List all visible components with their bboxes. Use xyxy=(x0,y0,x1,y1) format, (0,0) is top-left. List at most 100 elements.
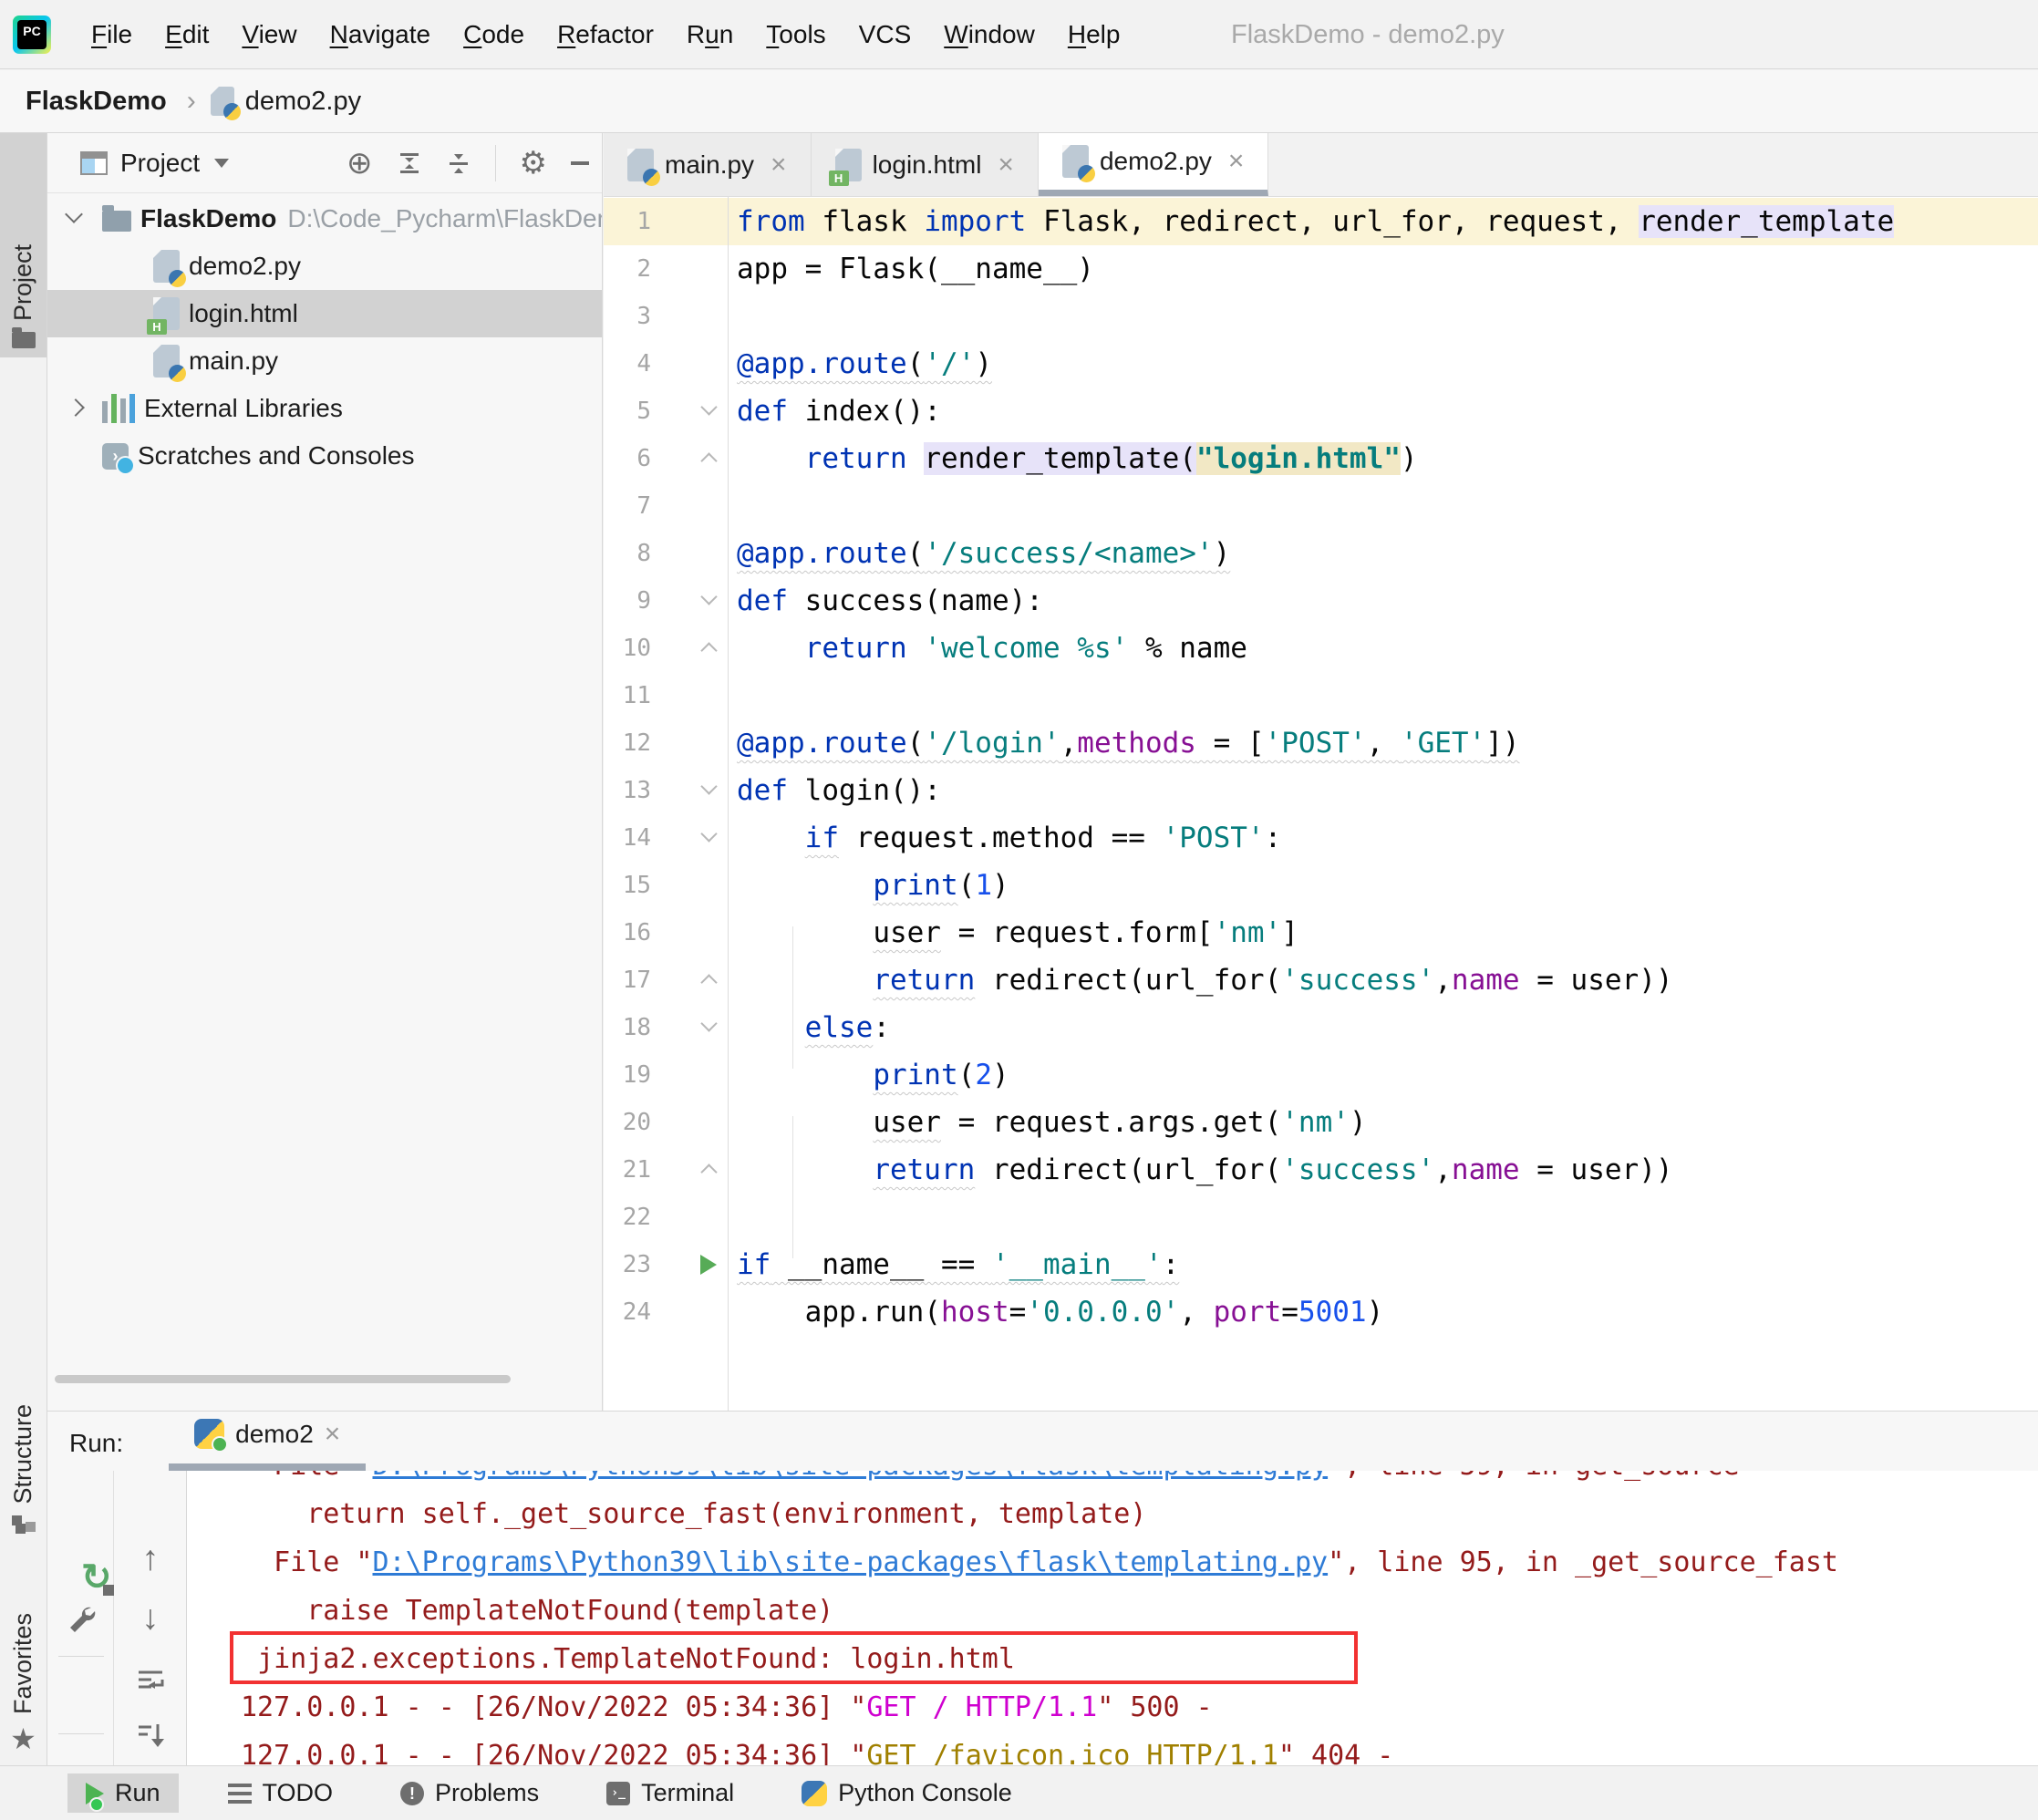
tool-window-bar: Run TODO !Problems ›_Terminal Python Console xyxy=(0,1765,2038,1820)
editor-tab-demo2-py[interactable]: demo2.py× xyxy=(1039,133,1269,196)
fold-marker-icon[interactable] xyxy=(700,588,717,605)
tree-item-flaskdemo[interactable]: FlaskDemoD:\Code_Pycharm\FlaskDemo xyxy=(47,195,602,243)
code-line-18: 18 else: xyxy=(604,1004,2038,1051)
editor-tab-login-html[interactable]: Hlogin.html × xyxy=(812,133,1039,196)
console-line: return self._get_source_fast(environment… xyxy=(241,1490,2038,1538)
menu-item-window[interactable]: Window xyxy=(931,13,1048,57)
code-line-4: 4@app.route('/') xyxy=(604,340,2038,388)
fold-marker-icon[interactable] xyxy=(700,452,717,469)
run-console[interactable]: File "D:\Programs\Python39\lib\site-pack… xyxy=(187,1471,2038,1765)
tree-item-label: main.py xyxy=(189,346,278,376)
editor-tab-bar: main.py×Hlogin.html×demo2.py× xyxy=(604,133,2038,197)
line-number: 16 xyxy=(604,909,651,957)
expand-all-button[interactable] xyxy=(397,150,422,176)
code-line-14: 14 if request.method == 'POST': xyxy=(604,814,2038,862)
scroll-to-end-button[interactable] xyxy=(135,1720,166,1751)
stripe-button-favorites[interactable]: Favorites ★ xyxy=(0,1587,47,1762)
menu-item-code[interactable]: Code xyxy=(450,13,537,57)
tree-item-scratches-and-consoles[interactable]: ›Scratches and Consoles xyxy=(47,432,602,480)
tree-item-main-py[interactable]: main.py xyxy=(47,337,602,385)
run-toolbar: ↻ » ↑ ↓ » xyxy=(47,1471,187,1765)
stack-trace-link[interactable]: D:\Programs\Python39\lib\site-packages\f… xyxy=(373,1471,1329,1482)
tree-item-external-libraries[interactable]: External Libraries xyxy=(47,385,602,432)
tool-window-button-run[interactable]: Run xyxy=(67,1773,179,1813)
py-icon xyxy=(153,250,180,283)
tree-item-path: D:\Code_Pycharm\FlaskDemo xyxy=(287,204,603,233)
rerun-button[interactable]: ↻ xyxy=(81,1557,112,1598)
down-stack-trace-button[interactable]: ↓ xyxy=(142,1599,160,1639)
close-icon[interactable]: × xyxy=(1228,146,1245,177)
up-stack-trace-button[interactable]: ↑ xyxy=(142,1540,160,1579)
run-tab-demo2[interactable]: demo2 × xyxy=(169,1412,366,1471)
fold-marker-icon[interactable] xyxy=(700,1163,717,1180)
menu-item-edit[interactable]: Edit xyxy=(152,13,222,57)
menu-item-tools[interactable]: Tools xyxy=(753,13,838,57)
collapse-all-button[interactable] xyxy=(446,150,471,176)
breadcrumb-file[interactable]: demo2.py xyxy=(245,87,361,117)
console-line: File "D:\Programs\Python39\lib\site-pack… xyxy=(241,1471,2038,1490)
editor-tab-main-py[interactable]: main.py× xyxy=(604,133,812,196)
fold-marker-icon[interactable] xyxy=(700,825,717,842)
close-icon[interactable]: × xyxy=(998,150,1014,181)
tree-item-login-html[interactable]: Hlogin.html xyxy=(47,290,602,337)
code-line-7: 7 xyxy=(604,482,2038,530)
code-line-16: 16 user = request.form['nm'] xyxy=(604,909,2038,957)
project-view-icon xyxy=(80,151,108,175)
stripe-button-project[interactable]: Project xyxy=(0,133,47,357)
horizontal-scrollbar[interactable] xyxy=(55,1375,511,1383)
tool-window-button-todo[interactable]: TODO xyxy=(210,1773,352,1813)
line-number: 11 xyxy=(604,672,651,719)
close-icon[interactable]: × xyxy=(325,1419,341,1450)
tool-window-button-label: TODO xyxy=(263,1779,334,1807)
line-number: 22 xyxy=(604,1194,651,1241)
menu-item-vcs[interactable]: VCS xyxy=(846,13,925,57)
run-tab-label: demo2 xyxy=(235,1420,314,1449)
stack-trace-link[interactable]: D:\Programs\Python39\lib\site-packages\f… xyxy=(373,1546,1329,1578)
menu-item-refactor[interactable]: Refactor xyxy=(544,13,667,57)
menu-item-navigate[interactable]: Navigate xyxy=(317,13,444,57)
tool-window-button-problems[interactable]: !Problems xyxy=(382,1773,557,1813)
tab-label: login.html xyxy=(873,150,982,180)
line-number: 7 xyxy=(604,482,651,530)
html-icon: H xyxy=(835,149,862,181)
code-editor[interactable]: 1from flask import Flask, redirect, url_… xyxy=(604,197,2038,1411)
menu-item-file[interactable]: File xyxy=(78,13,145,57)
code-line-23: 23if __name__ == '__main__': xyxy=(604,1241,2038,1288)
line-number: 14 xyxy=(604,814,651,862)
fold-marker-icon[interactable] xyxy=(700,642,717,658)
py-icon xyxy=(1062,145,1089,178)
tree-item-demo2-py[interactable]: demo2.py xyxy=(47,243,602,290)
terminal-icon: ›_ xyxy=(606,1782,630,1805)
chevron-right-icon[interactable] xyxy=(67,398,85,417)
tool-window-button-python-console[interactable]: Python Console xyxy=(783,1773,1030,1813)
chevron-down-icon[interactable] xyxy=(65,205,83,223)
code-line-12: 12@app.route('/login',methods = ['POST',… xyxy=(604,719,2038,767)
hide-panel-button[interactable] xyxy=(571,161,589,165)
stripe-button-structure[interactable]: Structure xyxy=(0,1404,47,1543)
run-gutter-icon[interactable] xyxy=(700,1255,717,1275)
code-line-22: 22 xyxy=(604,1194,2038,1241)
fold-marker-icon[interactable] xyxy=(700,398,717,415)
line-number: 17 xyxy=(604,957,651,1004)
breadcrumb-project[interactable]: FlaskDemo xyxy=(26,87,167,117)
close-icon[interactable]: × xyxy=(771,150,787,181)
locate-file-button[interactable]: ⊕ xyxy=(347,148,373,179)
settings-gear-icon[interactable]: ⚙ xyxy=(520,148,547,179)
fold-marker-icon[interactable] xyxy=(700,974,717,990)
indent-guide xyxy=(792,926,793,1069)
fold-marker-icon[interactable] xyxy=(700,1015,717,1031)
menu-item-run[interactable]: Run xyxy=(674,13,746,57)
tool-window-button-label: Run xyxy=(115,1779,160,1807)
console-line: jinja2.exceptions.TemplateNotFound: logi… xyxy=(241,1635,2038,1683)
problems-icon: ! xyxy=(400,1782,424,1805)
wrench-settings-button[interactable] xyxy=(66,1603,97,1634)
soft-wrap-button[interactable] xyxy=(135,1665,166,1696)
line-number: 5 xyxy=(604,388,651,435)
menu-item-help[interactable]: Help xyxy=(1055,13,1133,57)
tool-window-button-terminal[interactable]: ›_Terminal xyxy=(588,1773,752,1813)
code-line-2: 2app = Flask(__name__) xyxy=(604,245,2038,293)
chevron-down-icon[interactable] xyxy=(214,159,229,168)
project-panel-title[interactable]: Project xyxy=(120,149,200,178)
fold-marker-icon[interactable] xyxy=(700,778,717,794)
menu-item-view[interactable]: View xyxy=(229,13,309,57)
